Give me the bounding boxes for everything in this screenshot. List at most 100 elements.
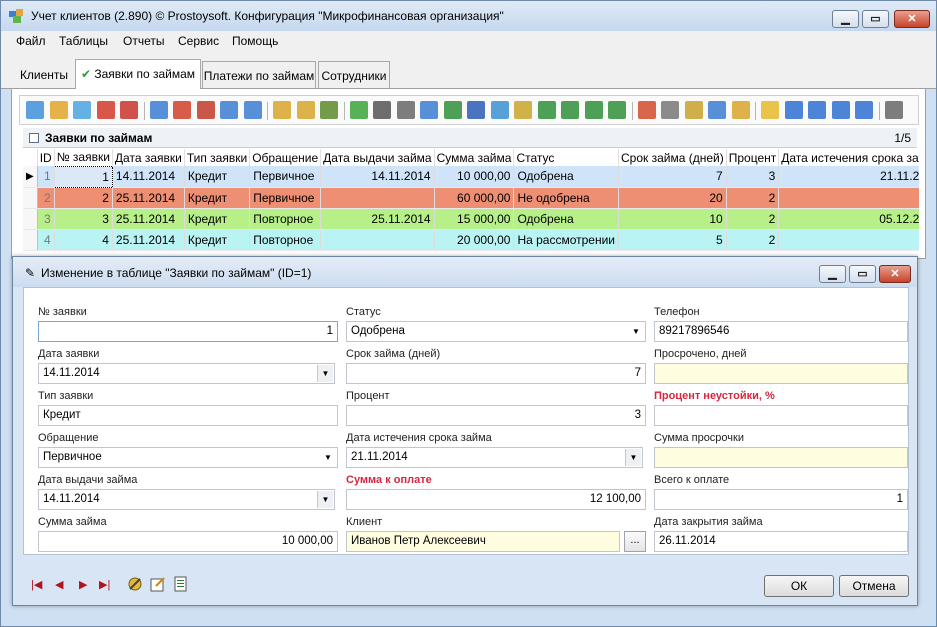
table-cell-type[interactable]: Кредит [184, 187, 251, 209]
table-cell-term[interactable]: 7 [618, 166, 727, 188]
export-icon[interactable] [26, 101, 44, 119]
table-cell-date[interactable]: 25.11.2014 [112, 208, 185, 230]
filter-clear-icon[interactable] [220, 101, 238, 119]
report-edit-icon[interactable] [684, 101, 703, 119]
table-cell-appeal[interactable]: Первичное [249, 187, 322, 209]
num-field[interactable]: 1 [38, 321, 338, 342]
tab-loan-payments[interactable]: Платежи по займам [202, 61, 316, 88]
table-row[interactable]: ▶ 1 1 14.11.2014 Кредит Первичное 14.11.2014 10… [23, 165, 919, 188]
export-csv-icon[interactable] [561, 101, 579, 119]
column-header[interactable]: Статус [513, 149, 619, 166]
dialog-close-button[interactable]: ✕ [879, 265, 911, 283]
dialog-maximize-button[interactable]: ▭ [849, 265, 876, 283]
table-cell-date[interactable]: 25.11.2014 [112, 229, 185, 251]
last-record-icon[interactable]: ▶| [99, 578, 110, 591]
table-cell-id[interactable]: 2 [37, 187, 55, 209]
table-cell-type[interactable]: Кредит [184, 166, 251, 188]
menu-file[interactable]: Файл [16, 34, 46, 48]
total-to-pay-field[interactable]: 1 [654, 489, 908, 510]
column-header[interactable]: Дата истечения срока займа [778, 149, 919, 166]
table-cell-id[interactable]: 3 [37, 208, 55, 230]
client-field[interactable]: Иванов Петр Алексеевич [346, 531, 620, 552]
chevron-down-icon[interactable]: ▼ [625, 449, 641, 466]
ok-button[interactable]: ОК [764, 575, 834, 597]
table-cell-expire[interactable]: 21.11.2014 [778, 166, 919, 188]
export-html-icon[interactable] [584, 101, 603, 119]
delete-icon[interactable] [96, 101, 115, 119]
term-field[interactable]: 7 [346, 363, 646, 384]
table-cell-amount[interactable]: 20 000,00 [434, 229, 515, 251]
column-header[interactable]: Обращение [249, 149, 322, 166]
menu-reports[interactable]: Отчеты [123, 34, 164, 48]
filter-remove-icon[interactable] [196, 101, 215, 119]
table-cell-appeal[interactable]: Повторное [249, 208, 322, 230]
menu-help[interactable]: Помощь [232, 34, 278, 48]
table-cell-expire[interactable] [778, 229, 919, 251]
export-pdf-icon[interactable] [490, 101, 509, 119]
menu-tables[interactable]: Таблицы [59, 34, 108, 48]
table-cell-percent[interactable]: 2 [726, 229, 780, 251]
table-cell-issue-date[interactable]: 25.11.2014 [320, 208, 435, 230]
tools-icon[interactable] [127, 576, 143, 592]
overdue-days-field[interactable] [654, 363, 908, 384]
filter-settings-icon[interactable] [243, 101, 262, 119]
sql-icon[interactable] [320, 101, 338, 119]
tab-clients[interactable]: Клиенты [13, 61, 75, 88]
export-word-icon[interactable] [467, 101, 485, 119]
first-record-icon[interactable] [784, 101, 803, 119]
binoculars-icon[interactable] [373, 101, 391, 119]
first-record-icon[interactable]: |◀ [31, 578, 42, 591]
table-cell-amount[interactable]: 10 000,00 [434, 166, 515, 188]
table-cell-num[interactable]: 3 [54, 208, 113, 230]
table-cell-date[interactable]: 14.11.2014 [112, 166, 185, 188]
table-cell-status[interactable]: Одобрена [513, 208, 619, 230]
export-xml-icon[interactable] [537, 101, 556, 119]
export-dbf-icon[interactable] [608, 101, 626, 119]
phone-field[interactable]: 89217896546 [654, 321, 908, 342]
table-cell-expire[interactable] [778, 187, 919, 209]
find-next-icon[interactable] [296, 101, 315, 119]
type-field[interactable]: Кредит [38, 405, 338, 426]
filter-icon[interactable] [149, 101, 168, 119]
print-record-icon[interactable] [173, 576, 189, 592]
table-cell-term[interactable]: 20 [618, 187, 727, 209]
delete-all-icon[interactable] [120, 101, 138, 119]
row-indicator[interactable] [23, 229, 38, 251]
table-cell-type[interactable]: Кредит [184, 208, 251, 230]
table-cell-appeal[interactable]: Первичное [249, 166, 322, 188]
table-cell-expire[interactable]: 05.12.2014 [778, 208, 919, 230]
filter-add-icon[interactable] [173, 101, 191, 119]
chevron-down-icon[interactable]: ▼ [628, 323, 644, 340]
table-cell-amount[interactable]: 60 000,00 [434, 187, 515, 209]
date-field[interactable]: 14.11.2014 ▼ [38, 363, 335, 384]
column-header[interactable]: Дата заявки [112, 149, 185, 166]
table-cell-num[interactable]: 4 [54, 229, 113, 251]
column-settings-icon[interactable] [731, 101, 750, 119]
table-cell-term[interactable]: 10 [618, 208, 727, 230]
minimize-button[interactable]: ▁ [832, 10, 859, 28]
table-cell-status[interactable]: Не одобрена [513, 187, 619, 209]
table-cell-percent[interactable]: 2 [726, 187, 780, 209]
client-lookup-button[interactable]: ... [624, 531, 646, 552]
tab-loan-applications[interactable]: ✔ Заявки по займам [75, 59, 201, 89]
chart-icon[interactable] [637, 101, 656, 119]
issue-date-field[interactable]: 14.11.2014 ▼ [38, 489, 335, 510]
column-header[interactable]: Срок займа (дней) [618, 149, 727, 166]
current-row-indicator-icon[interactable]: ▶ [23, 166, 38, 188]
table-cell-appeal[interactable]: Повторное [249, 229, 322, 251]
edit-icon[interactable] [49, 101, 68, 119]
table-cell-status[interactable]: На рассмотрении [513, 229, 619, 251]
table-cell-issue-date[interactable]: 14.11.2014 [320, 166, 435, 188]
row-indicator[interactable] [23, 187, 38, 209]
close-date-field[interactable]: 26.11.2014 [654, 531, 908, 552]
amount-field[interactable]: 10 000,00 [38, 531, 338, 552]
dialog-minimize-button[interactable]: ▁ [819, 265, 846, 283]
to-pay-field[interactable]: 12 100,00 [346, 489, 646, 510]
applications-grid[interactable]: ID № заявки Дата заявки Тип заявки Обращение… [23, 149, 919, 259]
sort-az-icon[interactable] [884, 101, 903, 119]
column-header[interactable]: Процент [726, 149, 780, 166]
percent-field[interactable]: 3 [346, 405, 646, 426]
table-cell-num[interactable]: 1 [53, 165, 113, 188]
row-indicator[interactable] [23, 208, 38, 230]
table-cell-id[interactable]: 4 [37, 229, 55, 251]
